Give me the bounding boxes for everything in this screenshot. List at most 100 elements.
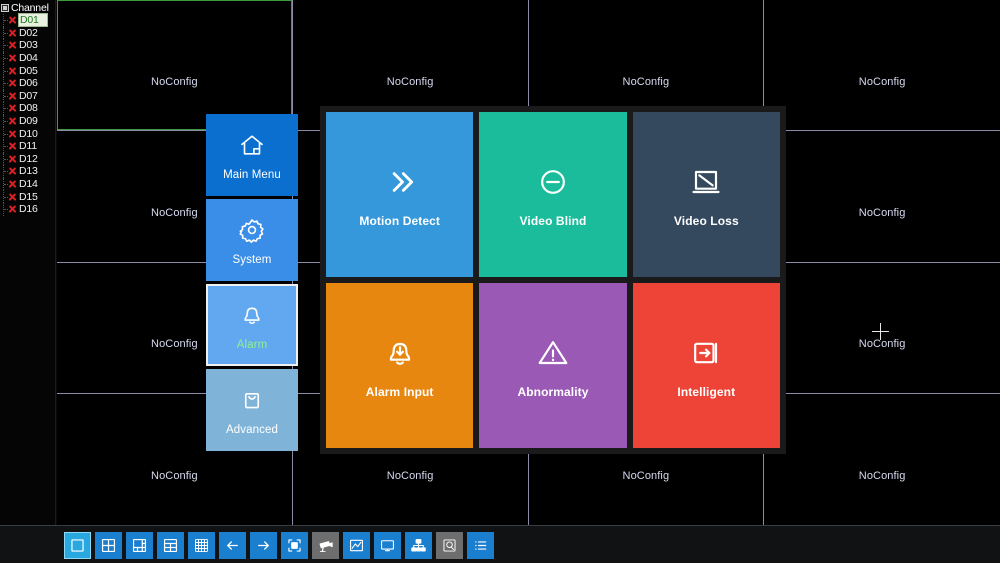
main-menu-item-main-menu[interactable]: Main Menu (206, 114, 298, 196)
toolbar-ptz-control[interactable] (312, 531, 339, 559)
main-menu-item-label: System (232, 253, 272, 266)
red-x-icon[interactable] (7, 166, 18, 177)
channel-list-item-d09[interactable]: D09 (0, 114, 55, 128)
alarm-tile-label: Motion Detect (359, 213, 440, 228)
alarm-tile-abnormality[interactable]: Abnormality (479, 283, 627, 448)
video-cell[interactable]: NoConfig (764, 0, 1000, 132)
channel-list-item-d03[interactable]: D03 (0, 39, 55, 52)
red-x-icon[interactable] (7, 15, 18, 26)
layout-6-icon (130, 536, 149, 555)
alarm-tile-label: Video Loss (673, 213, 739, 228)
bottom-toolbar (64, 530, 494, 560)
channel-panel: Channel D01 D02 D03 D04 D05 D06 D07 D08 D09 D10 D1… (0, 0, 56, 525)
toolbar-view-8-split[interactable] (157, 531, 184, 559)
hdd-icon (440, 536, 459, 555)
red-x-icon[interactable] (7, 116, 18, 127)
red-x-icon[interactable] (7, 103, 18, 114)
video-cell[interactable]: NoConfig (764, 262, 1000, 394)
toolbar-next-page[interactable] (250, 531, 277, 559)
toolbar-main-menu-list[interactable] (467, 531, 494, 559)
channel-list-item-d02[interactable]: D02 (0, 26, 55, 40)
video-cell-status-label: NoConfig (858, 75, 906, 88)
alarm-tile-intelligent[interactable]: Intelligent (632, 283, 780, 448)
warning-triangle-icon (533, 333, 573, 373)
channel-label: D16 (19, 203, 38, 216)
channel-label: D07 (19, 89, 38, 102)
red-x-icon[interactable] (7, 65, 18, 76)
tree-collapse-box-icon[interactable] (1, 3, 9, 12)
channel-list-item-d05[interactable]: D05 (0, 64, 55, 77)
channel-label: D03 (19, 39, 38, 52)
channel-panel-header[interactable]: Channel (0, 1, 55, 14)
red-x-icon[interactable] (7, 179, 18, 190)
video-cell-status-label: NoConfig (151, 469, 198, 482)
double-chevron-right-icon (380, 162, 420, 202)
channel-list-item-d04[interactable]: D04 (0, 51, 55, 65)
arrow-left-icon (223, 536, 242, 555)
red-x-icon[interactable] (7, 141, 18, 152)
bell-icon (237, 300, 267, 330)
channel-list-item-d13[interactable]: D13 (0, 165, 55, 178)
channel-list-item-d12[interactable]: D12 (0, 152, 55, 166)
channel-label: D05 (19, 64, 38, 77)
toolbar-picture-in-picture[interactable] (281, 531, 308, 559)
channel-list-item-d15[interactable]: D15 (0, 190, 55, 203)
image-chart-icon (347, 536, 366, 555)
video-cell[interactable]: NoConfig (57, 0, 293, 132)
channel-list-item-d14[interactable]: D14 (0, 177, 55, 191)
channel-label: D09 (19, 115, 38, 128)
video-cell-status-label: NoConfig (858, 206, 906, 219)
channel-list-item-d01[interactable]: D01 (0, 13, 55, 28)
toolbar-previous-page[interactable] (219, 531, 246, 559)
channel-list-item-d06[interactable]: D06 (0, 76, 55, 90)
red-x-icon[interactable] (7, 204, 18, 215)
toolbar-output-adjust[interactable] (374, 531, 401, 559)
video-cell-status-label: NoConfig (858, 469, 906, 482)
box-arrow-right-icon (686, 333, 726, 373)
red-x-icon[interactable] (7, 90, 18, 101)
alarm-tile-alarm-input[interactable]: Alarm Input (326, 283, 474, 448)
red-x-icon[interactable] (7, 153, 18, 164)
toolbar-remote-device[interactable] (405, 531, 432, 559)
red-x-icon[interactable] (7, 40, 18, 51)
main-menu-item-system[interactable]: System (206, 199, 298, 281)
video-cell-status-label: NoConfig (622, 75, 670, 88)
red-x-icon[interactable] (7, 128, 18, 139)
channel-label: D12 (19, 152, 38, 165)
alarm-tile-label: Intelligent (677, 384, 736, 399)
layout-1-icon (68, 536, 87, 555)
channel-list-item-d08[interactable]: D08 (0, 102, 55, 115)
channel-list-item-d11[interactable]: D11 (0, 139, 55, 153)
red-x-icon[interactable] (7, 27, 18, 38)
alarm-tile-motion-detect[interactable]: Motion Detect (326, 112, 474, 277)
main-menu-item-label: Advanced (226, 423, 278, 436)
toolbar-view-1-split[interactable] (64, 531, 91, 559)
channel-list-item-d16[interactable]: D16 (0, 202, 55, 216)
red-x-icon[interactable] (7, 53, 18, 64)
toolbar-color-setting[interactable] (343, 531, 370, 559)
channel-list-item-d10[interactable]: D10 (0, 127, 55, 140)
video-cell-status-label: NoConfig (386, 75, 434, 88)
focus-square-icon (285, 536, 304, 555)
toolbar-view-6-split[interactable] (126, 531, 153, 559)
alarm-submenu-grid: Motion Detect Video Blind Video Loss Alarm … (320, 106, 786, 454)
channel-label: D01 (18, 13, 48, 28)
toolbar-record-search[interactable] (436, 531, 463, 559)
channel-label: D11 (19, 140, 37, 153)
alarm-tile-video-blind[interactable]: Video Blind (479, 112, 627, 277)
video-cell[interactable]: NoConfig (764, 393, 1000, 525)
channel-list-item-d07[interactable]: D07 (0, 89, 55, 103)
video-cell[interactable]: NoConfig (764, 131, 1000, 263)
layout-8-icon (161, 536, 180, 555)
home-icon (237, 130, 267, 160)
monitor-slash-icon (686, 162, 726, 202)
alarm-tile-video-loss[interactable]: Video Loss (632, 112, 780, 277)
channel-label: D13 (19, 165, 38, 178)
main-menu-item-advanced[interactable]: Advanced (206, 369, 298, 451)
toolbar-view-16-split[interactable] (188, 531, 215, 559)
toolbar-view-4-split[interactable] (95, 531, 122, 559)
channel-label: D10 (19, 127, 38, 140)
red-x-icon[interactable] (7, 191, 18, 202)
red-x-icon[interactable] (7, 78, 18, 89)
main-menu-item-alarm[interactable]: Alarm (206, 284, 298, 366)
